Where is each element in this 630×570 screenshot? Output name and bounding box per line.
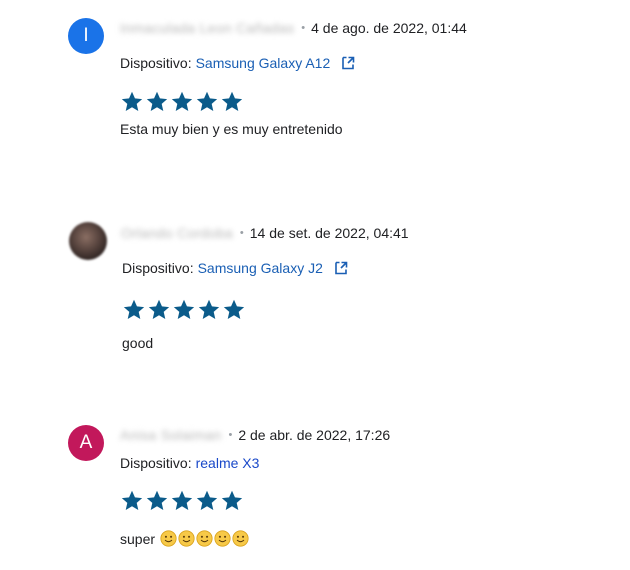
review-header: Orlando Cordoba • 14 de set. de 2022, 04… <box>121 223 409 243</box>
star-icon <box>170 90 194 114</box>
slightly-smiling-face-icon <box>160 530 177 547</box>
star-icon <box>197 298 221 322</box>
review-date: 4 de ago. de 2022, 01:44 <box>311 20 467 36</box>
open-in-new-icon[interactable] <box>333 260 349 276</box>
star-rating <box>120 90 244 114</box>
star-icon <box>195 489 219 513</box>
slightly-smiling-face-icon <box>178 530 195 547</box>
device-info: Dispositivo: Samsung Galaxy J2 <box>122 258 349 278</box>
separator-dot: • <box>301 22 306 34</box>
star-icon <box>145 90 169 114</box>
star-icon <box>120 489 144 513</box>
separator-dot: • <box>228 429 233 441</box>
separator-dot: • <box>239 227 244 239</box>
avatar-letter: I <box>83 25 89 46</box>
avatar-letter: A <box>79 432 93 453</box>
star-rating <box>122 298 246 322</box>
review-text: Esta muy bien y es muy entretenido <box>120 121 343 137</box>
star-icon <box>120 90 144 114</box>
open-in-new-icon[interactable] <box>340 55 356 71</box>
device-info: Dispositivo: Samsung Galaxy A12 <box>120 53 356 73</box>
device-link[interactable]: Samsung Galaxy J2 <box>198 260 323 276</box>
device-label: Dispositivo: <box>122 260 194 276</box>
review-date: 2 de abr. de 2022, 17:26 <box>238 427 391 443</box>
device-label: Dispositivo: <box>120 55 192 71</box>
review-text: good <box>122 335 154 351</box>
author-name: Anisa Solaiman <box>120 427 222 443</box>
slightly-smiling-face-icon <box>196 530 213 547</box>
avatar: I <box>68 18 104 54</box>
star-icon <box>220 489 244 513</box>
slightly-smiling-face-icon <box>214 530 231 547</box>
review-header: Inmaculada Leon Cañadas • 4 de ago. de 2… <box>120 18 467 38</box>
star-rating <box>120 489 244 513</box>
avatar <box>69 222 107 260</box>
star-icon <box>145 489 169 513</box>
review-text: super <box>120 530 249 547</box>
star-icon <box>220 90 244 114</box>
device-info: Dispositivo: realme X3 <box>120 453 259 473</box>
star-icon <box>122 298 146 322</box>
author-name: Inmaculada Leon Cañadas <box>120 20 295 36</box>
star-icon <box>170 489 194 513</box>
review-date: 14 de set. de 2022, 04:41 <box>249 225 409 241</box>
device-link[interactable]: Samsung Galaxy A12 <box>196 55 331 71</box>
slightly-smiling-face-icon <box>232 530 249 547</box>
star-icon <box>222 298 246 322</box>
review-text-content: super <box>120 531 156 547</box>
review-header: Anisa Solaiman • 2 de abr. de 2022, 17:2… <box>120 425 390 445</box>
device-label: Dispositivo: <box>120 455 192 471</box>
author-name: Orlando Cordoba <box>121 225 233 241</box>
star-icon <box>147 298 171 322</box>
avatar: A <box>68 425 104 461</box>
emoji-row <box>159 530 249 547</box>
device-link[interactable]: realme X3 <box>196 455 260 471</box>
star-icon <box>172 298 196 322</box>
star-icon <box>195 90 219 114</box>
